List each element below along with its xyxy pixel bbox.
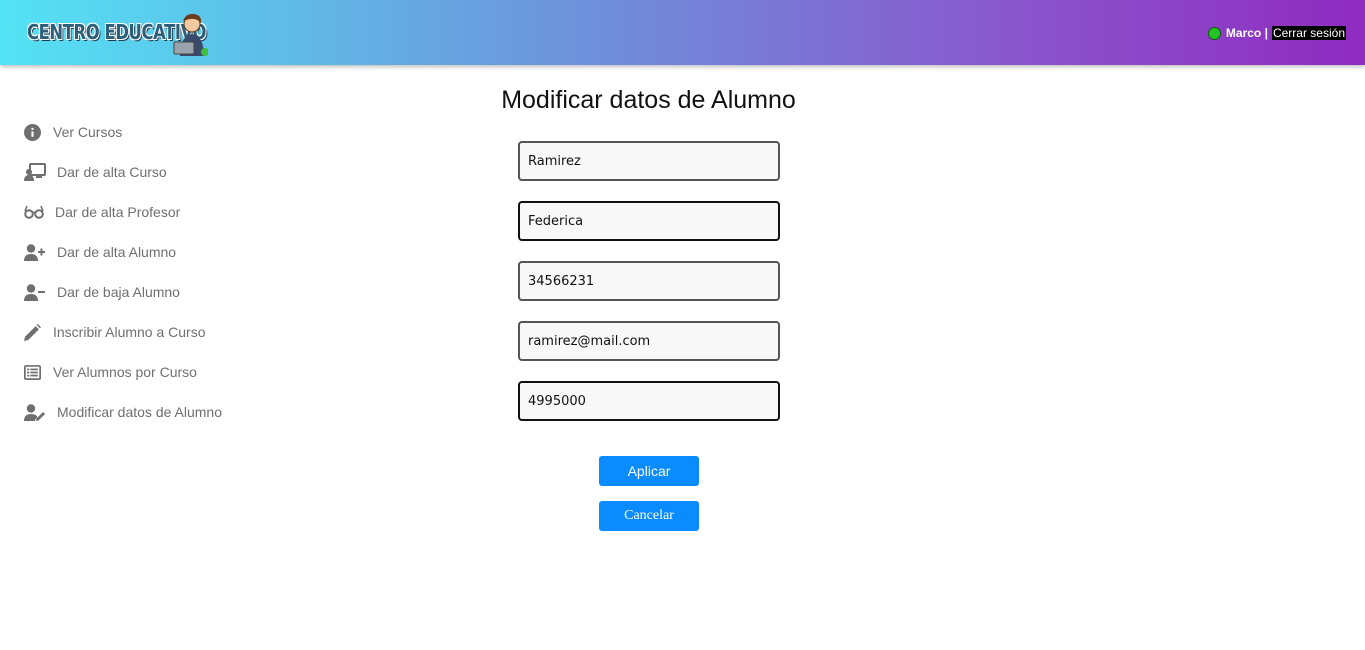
sidebar-item-modificar-alumno[interactable]: Modificar datos de Alumno — [24, 392, 284, 432]
sidebar-item-label: Dar de baja Alumno — [57, 284, 180, 300]
pencil-icon — [24, 321, 46, 343]
sidebar-item-label: Inscribir Alumno a Curso — [53, 324, 206, 340]
sidebar-item-alta-curso[interactable]: Dar de alta Curso — [24, 152, 284, 192]
sidebar-item-ver-alumnos-curso[interactable]: Ver Alumnos por Curso — [24, 352, 284, 392]
user-plus-icon — [24, 241, 50, 263]
info-circle-icon — [24, 121, 46, 143]
sidebar-item-label: Dar de alta Alumno — [57, 244, 177, 260]
sidebar-item-alta-alumno[interactable]: Dar de alta Alumno — [24, 232, 284, 272]
site-logo[interactable]: CENTRO EDUCATIVO — [20, 10, 210, 58]
chalkboard-teacher-icon — [24, 161, 50, 183]
page-title: Modificar datos de Alumno — [501, 86, 796, 114]
sidebar-item-inscribir-alumno[interactable]: Inscribir Alumno a Curso — [24, 312, 284, 352]
sidebar-item-label: Ver Alumnos por Curso — [53, 364, 197, 380]
sidebar-item-ver-cursos[interactable]: Ver Cursos — [24, 112, 284, 152]
user-name: Marco | — [1225, 26, 1268, 40]
cancel-button[interactable]: Cancelar — [599, 501, 699, 531]
user-minus-icon — [24, 281, 50, 303]
dni-field[interactable] — [518, 261, 780, 301]
student-laptop-icon — [173, 13, 208, 56]
glasses-icon — [24, 201, 48, 223]
user-edit-icon — [24, 401, 50, 423]
list-icon — [24, 361, 46, 383]
sidebar-item-label: Dar de alta Profesor — [55, 204, 181, 220]
sidebar-item-label: Dar de alta Curso — [57, 164, 167, 180]
sidebar-item-alta-profesor[interactable]: Dar de alta Profesor — [24, 192, 284, 232]
sidebar-item-label: Ver Cursos — [53, 124, 123, 140]
online-status-icon — [1207, 26, 1221, 40]
apellido-field[interactable] — [518, 141, 780, 181]
sidebar-item-label: Modificar datos de Alumno — [57, 404, 222, 420]
sidebar-nav: Ver Cursos Dar de alta Curso Dar de alta… — [24, 112, 284, 432]
apply-button[interactable]: Aplicar — [599, 456, 699, 486]
email-field[interactable] — [518, 321, 780, 361]
telefono-field[interactable] — [518, 381, 780, 421]
nombre-field[interactable] — [518, 201, 780, 241]
top-header: CENTRO EDUCATIVO Marco | Cerrar sesión — [0, 0, 1365, 65]
sidebar-item-baja-alumno[interactable]: Dar de baja Alumno — [24, 272, 284, 312]
user-area: Marco | Cerrar sesión — [1207, 26, 1346, 40]
logout-link[interactable]: Cerrar sesión — [1271, 26, 1346, 40]
